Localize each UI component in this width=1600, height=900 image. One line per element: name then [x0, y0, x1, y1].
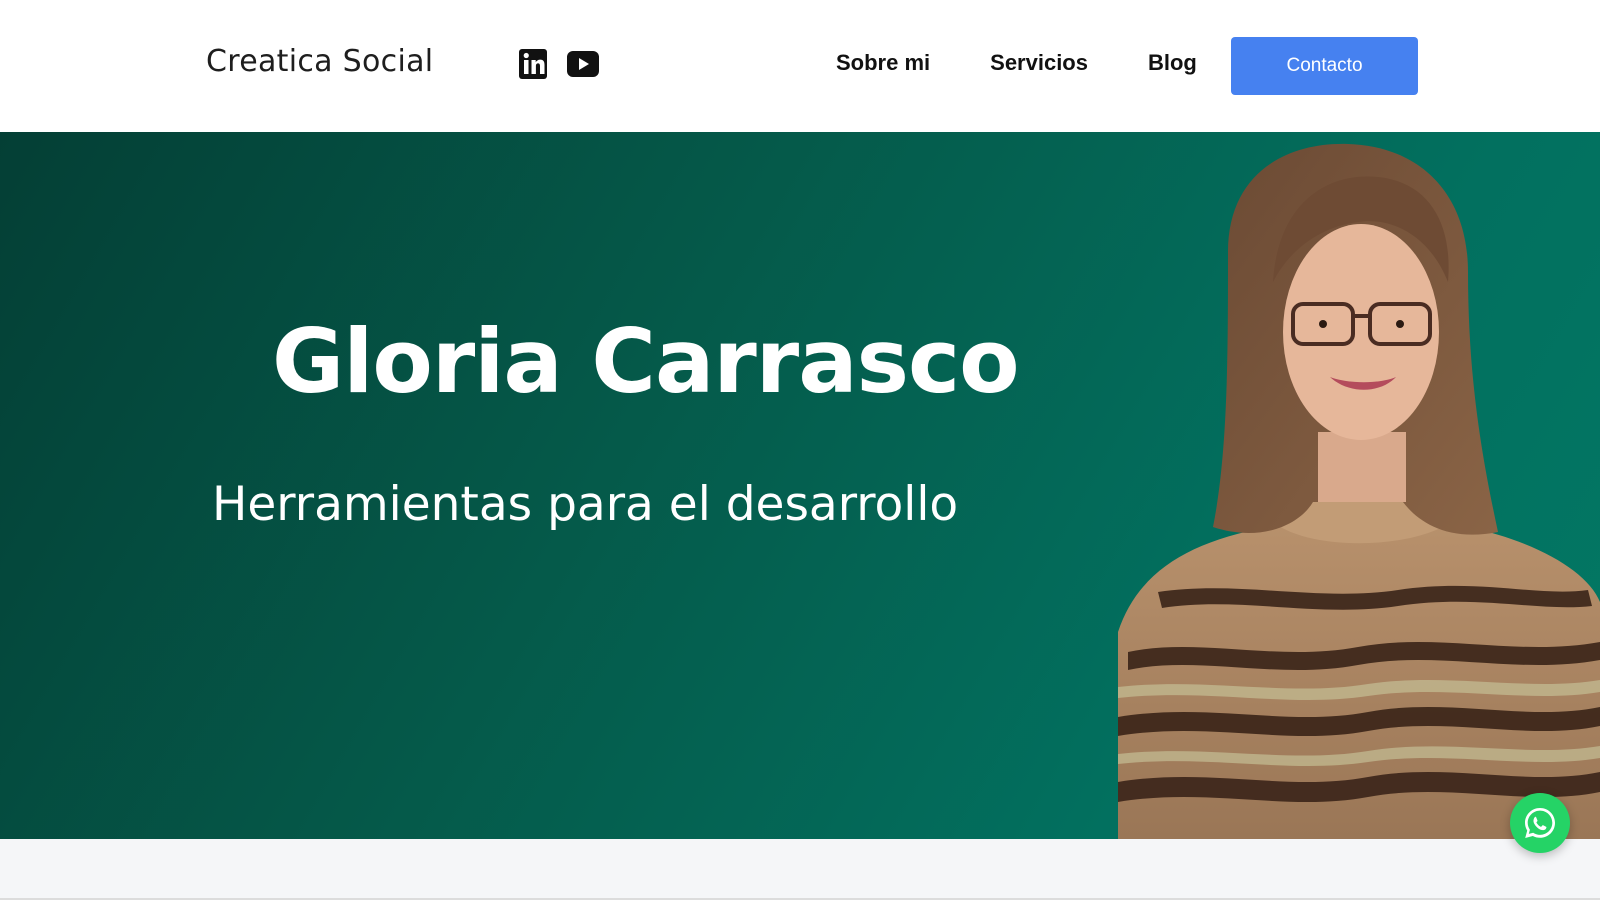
portrait-photo — [1118, 143, 1600, 839]
hero-section: Gloria Carrasco Herramientas para el des… — [0, 132, 1600, 839]
hero-subtitle: Herramientas para el desarrollo — [212, 477, 959, 532]
lower-section — [0, 839, 1600, 900]
brand-logo-text[interactable]: Creatica Social — [206, 44, 433, 79]
nav-link-blog[interactable]: Blog — [1148, 50, 1197, 76]
whatsapp-icon — [1525, 808, 1555, 838]
linkedin-icon[interactable] — [518, 48, 548, 80]
hero-title: Gloria Carrasco — [272, 310, 1020, 413]
contact-button[interactable]: Contacto — [1231, 37, 1418, 95]
nav-link-sobre-mi[interactable]: Sobre mi — [836, 50, 930, 76]
site-header: Creatica Social Sobre mi Servicios Blog … — [0, 0, 1600, 132]
whatsapp-button[interactable] — [1510, 793, 1570, 853]
nav-link-servicios[interactable]: Servicios — [990, 50, 1088, 76]
social-links — [518, 48, 600, 80]
main-nav: Sobre mi Servicios Blog — [836, 50, 1197, 76]
youtube-icon[interactable] — [566, 49, 600, 79]
